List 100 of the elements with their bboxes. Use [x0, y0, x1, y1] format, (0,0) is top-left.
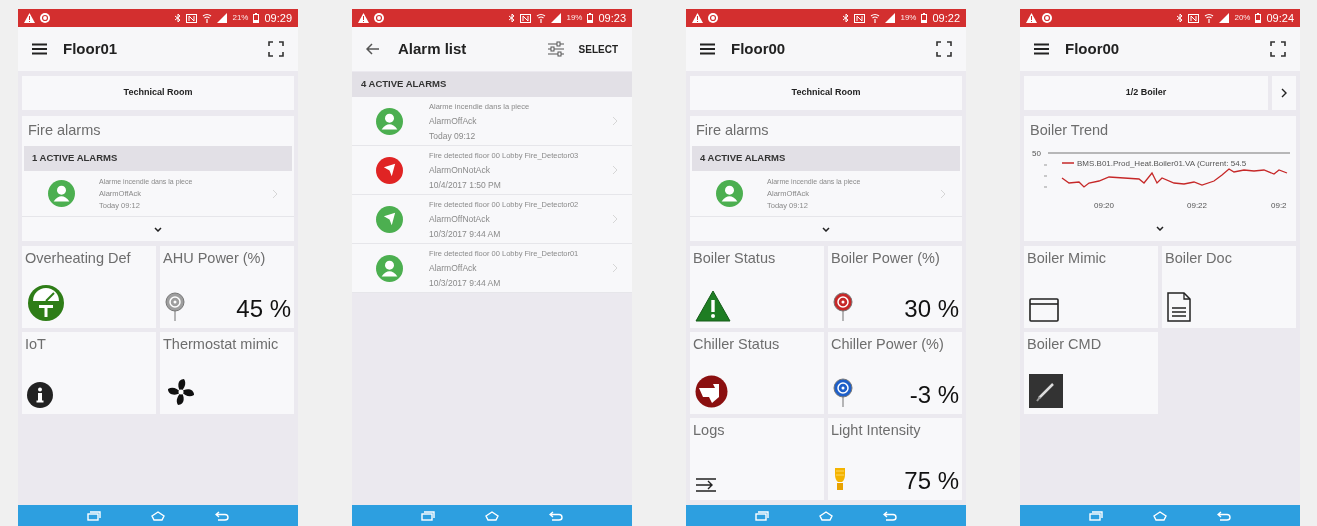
window-icon [1029, 298, 1059, 322]
notification-icon [40, 13, 50, 23]
warning-icon [1026, 13, 1037, 23]
battery-icon [587, 13, 594, 23]
back-icon[interactable] [366, 43, 380, 55]
axis-tick-label: 50 [1032, 149, 1041, 158]
battery-icon [1255, 13, 1262, 23]
status-time: 09:29 [264, 10, 292, 26]
tile-title: Boiler Mimic [1027, 249, 1107, 267]
battery-icon [921, 13, 928, 23]
tile-card[interactable]: Boiler CMD [1024, 332, 1158, 414]
signal-icon [885, 13, 896, 23]
alarm-state: AlarmOffAck [429, 261, 478, 275]
axis-tick-label: 09:20 [1094, 201, 1115, 210]
tile-card[interactable]: IoT [22, 332, 156, 414]
tab-button[interactable]: 1/2 Boiler [1024, 76, 1268, 110]
app-title: Alarm list [398, 38, 468, 59]
alarm-state: AlarmOffNotAck [429, 212, 491, 226]
tile-card[interactable]: Boiler Mimic [1024, 246, 1158, 328]
tab-button[interactable]: Technical Room [22, 76, 294, 110]
tile-card[interactable]: Boiler Status [690, 246, 824, 328]
expand-icon[interactable] [822, 226, 830, 232]
tile-card[interactable]: Light Intensity 75 % [828, 418, 962, 500]
notification-icon [374, 13, 384, 23]
alarm-state: AlarmOnNotAck [429, 163, 491, 177]
recent-apps-icon[interactable] [1089, 510, 1103, 521]
alarm-time: Today 09:12 [429, 129, 477, 143]
battery-icon [253, 13, 260, 23]
tile-card[interactable]: Thermostat mimic [160, 332, 294, 414]
fullscreen-icon[interactable] [936, 41, 952, 57]
tile-title: AHU Power (%) [163, 249, 267, 267]
app-title: Floor00 [1065, 38, 1121, 59]
signal-icon [1219, 13, 1230, 23]
nfc-icon [520, 13, 532, 23]
alarm-time: 10/3/2017 9:44 AM [429, 276, 502, 290]
tile-card[interactable]: Boiler Power (%) 30 % [828, 246, 962, 328]
menu-icon[interactable] [32, 43, 47, 55]
tab-button[interactable]: Technical Room [690, 76, 962, 110]
wifi-icon [1204, 13, 1215, 23]
warning-icon [24, 13, 35, 23]
fullscreen-icon[interactable] [1270, 41, 1286, 57]
expand-icon[interactable] [1156, 225, 1164, 231]
tile-value: -3 % [909, 382, 959, 408]
home-icon[interactable] [819, 510, 833, 521]
nfc-icon [854, 13, 866, 23]
tile-card[interactable]: Logs [690, 418, 824, 500]
alarms-header: 1 ACTIVE ALARMS [24, 146, 292, 171]
section-title: Fire alarms [695, 121, 770, 139]
notification-icon [708, 13, 718, 23]
tile-card[interactable]: Overheating Def [22, 246, 156, 328]
recent-apps-icon[interactable] [87, 510, 101, 521]
nfc-icon [1188, 13, 1200, 23]
bluetooth-icon [1177, 13, 1184, 23]
wifi-icon [202, 13, 213, 23]
bluetooth-icon [843, 13, 850, 23]
tile-title: Boiler Power (%) [831, 249, 941, 267]
tile-title: Chiller Power (%) [831, 335, 945, 353]
home-icon[interactable] [1153, 510, 1167, 521]
alarm-time: 10/3/2017 9:44 AM [429, 227, 502, 241]
log-icon [695, 476, 717, 494]
tile-card[interactable]: Boiler Doc [1162, 246, 1296, 328]
tile-card[interactable]: Chiller Status [690, 332, 824, 414]
bluetooth-icon [175, 13, 182, 23]
tile-value: 30 % [904, 296, 959, 322]
tile-title: Boiler Status [693, 249, 777, 267]
recent-apps-icon[interactable] [421, 510, 435, 521]
section-title: Boiler Trend [1029, 121, 1110, 139]
select-button[interactable]: SELECT [578, 41, 618, 57]
chevron-icon [940, 188, 946, 199]
home-icon[interactable] [151, 510, 165, 521]
chevron-right-icon [1281, 88, 1287, 98]
tile-title: Light Intensity [831, 421, 922, 439]
warning-icon [695, 290, 731, 322]
alarm-time: 10/4/2017 1:50 PM [429, 178, 502, 192]
tile-title: Boiler CMD [1027, 335, 1103, 353]
tile-title: Chiller Status [693, 335, 781, 353]
tile-card[interactable]: Chiller Power (%) -3 % [828, 332, 962, 414]
recent-apps-icon[interactable] [755, 510, 769, 521]
wifi-icon [870, 13, 881, 23]
tile-title: Overheating Def [25, 249, 132, 267]
filter-icon[interactable] [546, 41, 565, 57]
fullscreen-icon[interactable] [268, 41, 284, 57]
nfc-icon [186, 13, 198, 23]
status-time: 09:24 [1266, 10, 1294, 26]
chevron-icon [612, 263, 618, 273]
chevron-icon [612, 165, 618, 175]
next-button[interactable] [1272, 76, 1296, 110]
battery-percent: 19% [566, 12, 583, 24]
tile-card[interactable]: AHU Power (%) 45 % [160, 246, 294, 328]
menu-icon[interactable] [700, 43, 715, 55]
warning-icon [692, 13, 703, 23]
axis-tick-label: 09:2 [1271, 201, 1287, 210]
home-icon[interactable] [485, 510, 499, 521]
tile-title: IoT [25, 335, 47, 353]
expand-icon[interactable] [154, 226, 162, 232]
status-time: 09:23 [598, 10, 626, 26]
alarm-state: AlarmOffAck [429, 114, 478, 128]
alarms-header: 4 ACTIVE ALARMS [352, 72, 632, 97]
fan-icon [165, 376, 197, 408]
menu-icon[interactable] [1034, 43, 1049, 55]
